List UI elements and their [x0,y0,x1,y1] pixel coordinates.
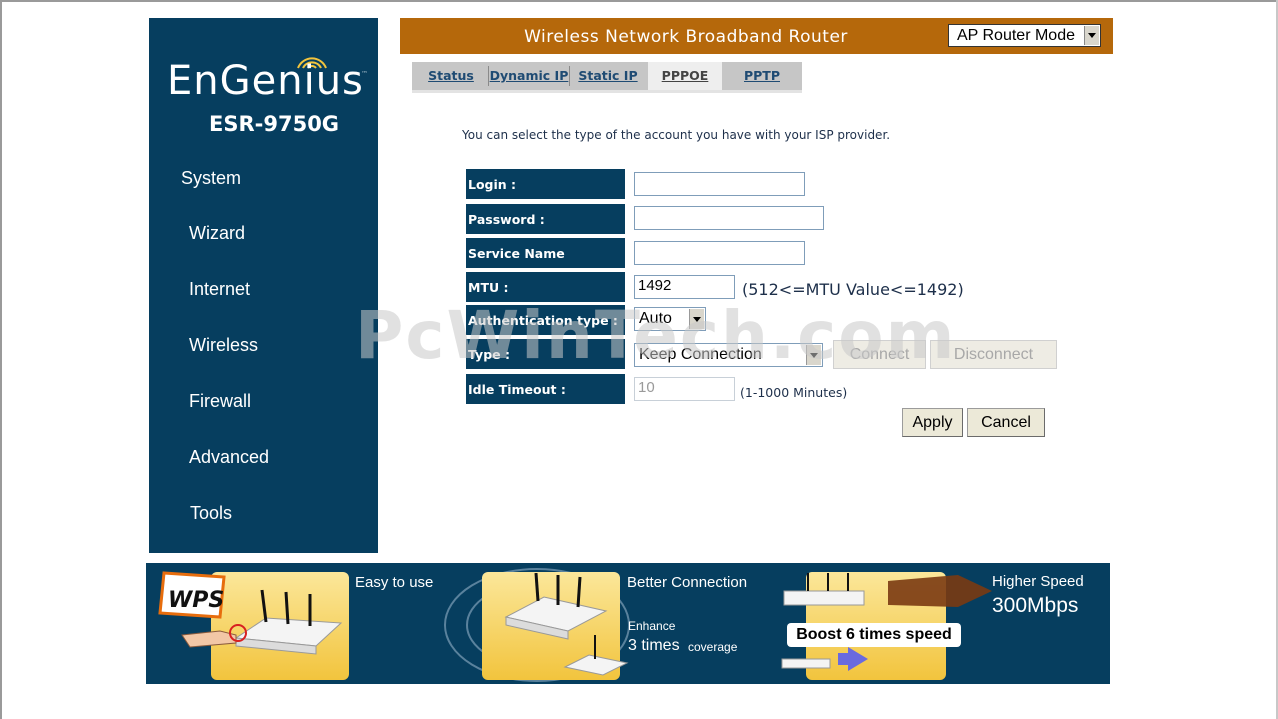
wps-badge: WPS [158,571,226,619]
enhance-text: Enhance [628,619,676,633]
connection-type-value: Keep Connection [639,346,762,363]
idle-timeout-input[interactable]: 10 [634,377,735,401]
boost-speed-text: Boost 6 times speed [787,623,961,647]
disconnect-button[interactable]: Disconnect [930,340,1057,369]
tab-dynamic-ip[interactable]: Dynamic IP [489,62,569,90]
auth-type-select[interactable]: Auto [634,307,706,331]
type-label: Type : [466,339,625,369]
login-input[interactable] [634,172,805,196]
router-illustration [563,635,629,676]
service-name-label: Service Name [466,238,625,268]
better-connection-text: Better Connection [627,574,748,591]
connect-button[interactable]: Connect [833,340,926,369]
tab-static-ip[interactable]: Static IP [570,62,646,90]
cancel-button[interactable]: Cancel [967,408,1045,437]
password-input[interactable] [634,206,824,230]
auth-type-label: Authentication type : [466,305,625,335]
page-title: Wireless Network Broadband Router [524,27,848,47]
mtu-hint: (512<=MTU Value<=1492) [742,280,964,299]
tab-pppoe[interactable]: PPPOE [648,62,722,90]
speed-value-text: 300Mbps [992,594,1079,617]
feature-banner: WPS Easy to use Better Connection Enhanc… [146,563,1110,684]
sidebar-item-system[interactable]: System [181,168,241,189]
sidebar-item-internet[interactable]: Internet [189,279,250,300]
connection-type-select[interactable]: Keep Connection [634,343,823,367]
hand-pointer-icon [181,624,247,648]
service-name-input[interactable] [634,241,805,265]
sidebar-item-wireless[interactable]: Wireless [189,335,258,356]
coverage-text: coverage [688,640,738,654]
wps-badge-text: WPS [168,588,224,613]
tab-status[interactable]: Status [418,62,484,90]
mode-select-value: AP Router Mode [957,27,1075,44]
sidebar-item-advanced[interactable]: Advanced [189,447,269,468]
tab-bar: Status Dynamic IP Static IP PPPOE PPTP [412,62,802,93]
mode-select[interactable]: AP Router Mode [948,24,1101,47]
auth-type-value: Auto [639,310,672,327]
login-label: Login : [466,169,625,199]
header-bar: Wireless Network Broadband Router AP Rou… [400,18,1113,54]
window-top-border [0,0,1278,2]
three-times-text: 3 times [628,637,680,654]
sidebar: EnGenius ™ ESR-9750G System Wizard Inter… [149,18,378,553]
intro-text: You can select the type of the account y… [462,128,891,142]
chevron-down-icon[interactable] [689,309,704,329]
higher-speed-text: Higher Speed [992,573,1084,590]
easy-to-use-text: Easy to use [355,574,434,591]
trademark-mark: ™ [361,70,368,78]
password-label: Password : [466,204,625,234]
sidebar-item-firewall[interactable]: Firewall [189,391,251,412]
idle-timeout-label: Idle Timeout : [466,374,625,404]
mtu-label: MTU : [466,272,625,302]
tab-pptp[interactable]: PPTP [724,62,800,90]
chevron-down-icon[interactable] [1084,26,1099,45]
sidebar-item-wizard[interactable]: Wizard [189,223,245,244]
sidebar-item-tools[interactable]: Tools [190,503,232,524]
idle-timeout-hint: (1-1000 Minutes) [740,385,848,400]
brand-logo: EnGenius [167,58,364,104]
mtu-input[interactable]: 1492 [634,275,735,299]
model-name: ESR-9750G [209,112,340,136]
apply-button[interactable]: Apply [902,408,963,437]
window-left-border [0,0,2,719]
chevron-down-icon[interactable] [806,345,821,365]
